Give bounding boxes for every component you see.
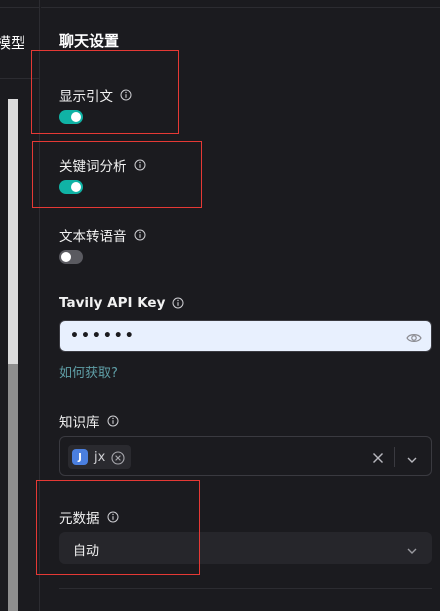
close-icon[interactable]: [371, 450, 385, 464]
keyword-analysis-toggle[interactable]: [59, 180, 83, 194]
text-to-speech-label-row: 文本转语音: [59, 225, 146, 245]
toggle-knob: [71, 182, 81, 192]
toggle-knob: [71, 112, 81, 122]
left-panel: 模型: [0, 0, 40, 611]
text-to-speech-toggle[interactable]: [59, 250, 83, 264]
info-icon[interactable]: [107, 511, 119, 523]
api-key-masked-value: ••••••: [70, 328, 136, 344]
show-citation-label-row: 显示引文: [59, 85, 132, 105]
metadata-select[interactable]: 自动: [59, 532, 432, 564]
metadata-label-row: 元数据: [59, 507, 119, 527]
chat-settings-panel: 聊天设置 显示引文 关键词分析 文本转语音 Tavily API Key •••…: [41, 0, 440, 611]
knowledge-base-tag-label: jx: [94, 449, 106, 465]
keyword-analysis-label-row: 关键词分析: [59, 155, 146, 175]
knowledge-base-avatar: J: [72, 449, 88, 465]
info-icon[interactable]: [120, 89, 132, 101]
show-citation-label: 显示引文: [59, 89, 113, 105]
bottom-divider: [59, 588, 432, 589]
metadata-select-value: 自动: [73, 544, 100, 559]
metadata-label: 元数据: [59, 511, 100, 527]
left-scrollbar-lower: [8, 364, 18, 611]
select-divider: [394, 447, 395, 467]
info-icon[interactable]: [107, 415, 119, 427]
knowledge-base-select[interactable]: J jx: [59, 436, 432, 476]
chevron-down-icon[interactable]: [406, 451, 418, 463]
chevron-down-icon: [406, 542, 418, 554]
knowledge-base-label: 知识库: [59, 415, 100, 431]
eye-icon[interactable]: [406, 330, 422, 344]
left-scrollbar-thumb[interactable]: [8, 99, 18, 364]
info-icon[interactable]: [134, 159, 146, 171]
left-panel-top-divider: [0, 7, 40, 8]
left-panel-divider: [0, 78, 40, 79]
info-icon[interactable]: [172, 297, 184, 309]
close-circle-icon[interactable]: [111, 450, 125, 465]
left-scrollbar[interactable]: [8, 99, 18, 611]
knowledge-base-tag: J jx: [68, 445, 132, 469]
show-citation-toggle[interactable]: [59, 110, 83, 124]
panel-top-divider: [41, 7, 440, 8]
keyword-analysis-label: 关键词分析: [59, 159, 127, 175]
section-title: 聊天设置: [59, 32, 120, 50]
knowledge-base-label-row: 知识库: [59, 411, 119, 431]
left-tab-fragment[interactable]: 模型: [0, 30, 24, 56]
tavily-label-row: Tavily API Key: [59, 295, 184, 311]
info-icon[interactable]: [134, 229, 146, 241]
toggle-knob: [61, 252, 71, 262]
text-to-speech-label: 文本转语音: [59, 229, 127, 245]
tavily-api-key-label: Tavily API Key: [59, 295, 166, 311]
tavily-api-key-input[interactable]: ••••••: [59, 320, 432, 352]
how-to-get-link[interactable]: 如何获取?: [59, 362, 118, 381]
